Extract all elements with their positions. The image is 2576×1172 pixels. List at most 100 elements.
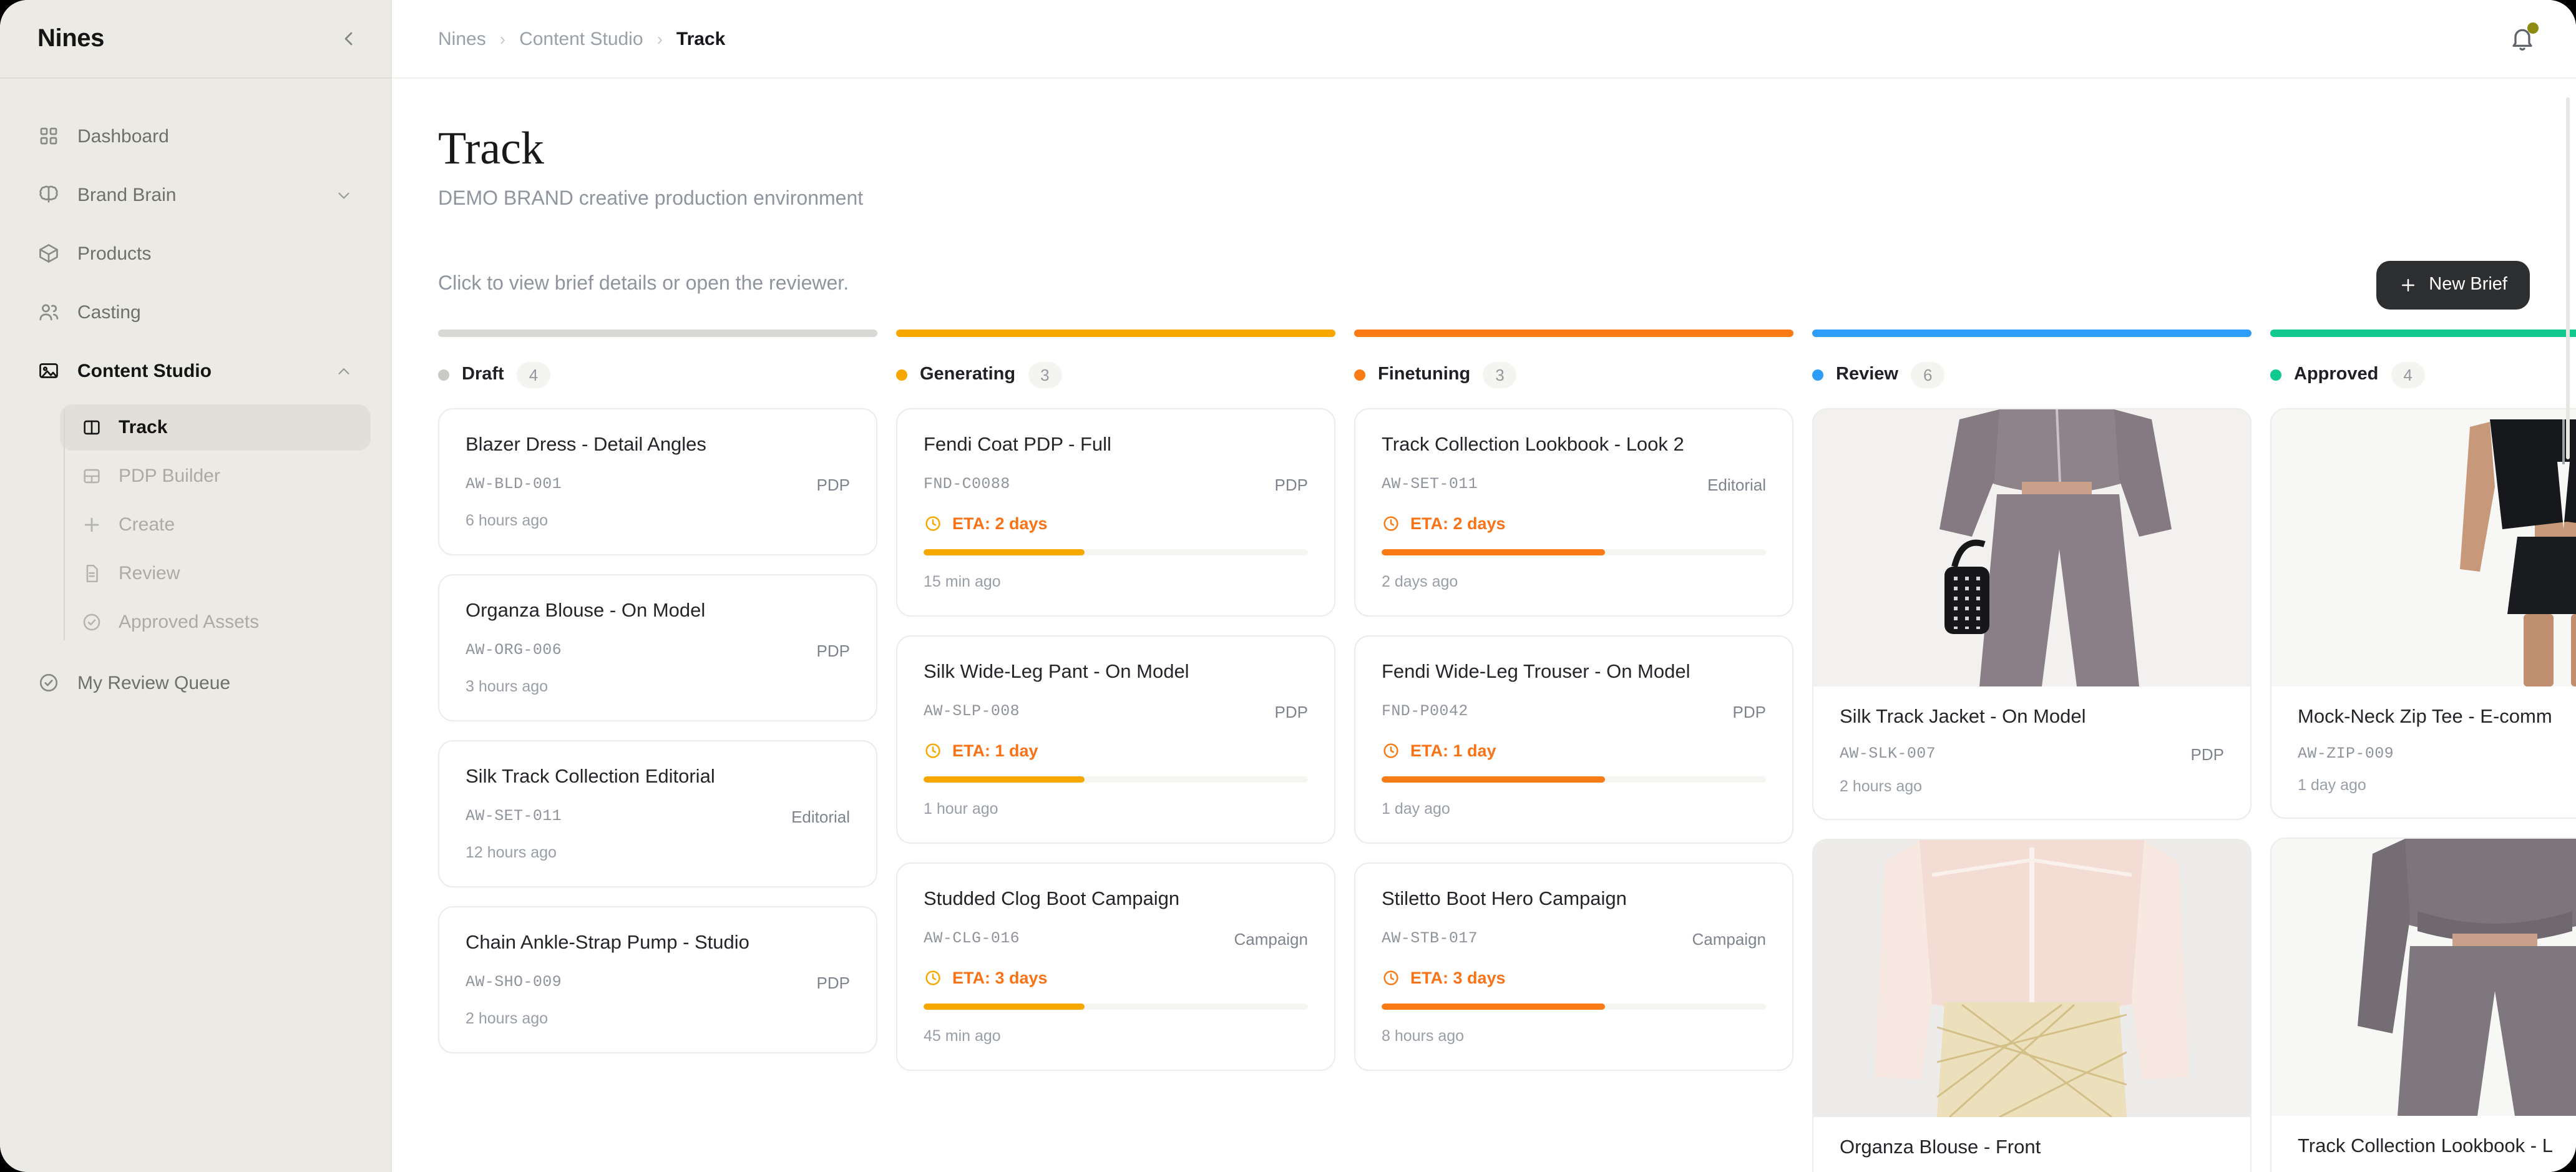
brief-card[interactable]: Silk Track Jacket - On Model AW-SLK-007P… xyxy=(1812,408,2252,820)
brief-code: AW-CLG-016 xyxy=(924,930,1020,948)
brief-meta: FND-P0042PDP xyxy=(1382,703,1766,721)
column-status-dot xyxy=(1812,369,1823,381)
new-brief-label: New Brief xyxy=(2429,275,2507,295)
column-label: Draft xyxy=(462,365,504,385)
page-title: Track xyxy=(438,126,2576,175)
brief-eta: ETA: 2 days xyxy=(1382,514,1766,533)
brief-type-label: PDP xyxy=(817,974,850,992)
brief-code: AW-ZIP-009 xyxy=(2298,745,2394,763)
sidebar-subitem-label: PDP Builder xyxy=(119,466,220,487)
scrollbar[interactable] xyxy=(2566,97,2570,459)
board-hint: Click to view brief details or open the … xyxy=(438,274,849,296)
box-icon xyxy=(37,242,60,265)
brief-card[interactable]: Studded Clog Boot Campaign AW-CLG-016Cam… xyxy=(896,862,1335,1071)
brief-card[interactable]: Stiletto Boot Hero Campaign AW-STB-017Ca… xyxy=(1354,862,1793,1071)
brief-card[interactable]: Fendi Coat PDP - Full FND-C0088PDP ETA: … xyxy=(896,408,1335,617)
brief-updated-time: 1 hour ago xyxy=(924,800,1308,818)
brief-title: Track Collection Lookbook - Look 2 xyxy=(1382,434,1766,457)
brief-title: Blazer Dress - Detail Angles xyxy=(466,434,850,457)
column-accent-bar xyxy=(2270,330,2576,337)
clock-icon xyxy=(1382,969,1400,987)
sidebar-item-brand-brain[interactable]: Brand Brain xyxy=(20,170,371,220)
sidebar-item-casting[interactable]: Casting xyxy=(20,287,371,337)
column-count-badge: 4 xyxy=(2391,362,2424,388)
brief-meta: AW-SLK-007PDP xyxy=(1840,745,2224,764)
brief-card[interactable]: Organza Blouse - Front AW-ORG-006PDP xyxy=(1812,839,2252,1172)
brief-card-body: Mock-Neck Zip Tee - E-comm AW-ZIP-0091 d… xyxy=(2271,686,2576,818)
brief-progress-fill xyxy=(1382,549,1604,555)
brief-meta: FND-C0088PDP xyxy=(924,476,1308,494)
column-status-dot xyxy=(438,369,449,381)
notifications-button[interactable] xyxy=(2509,25,2536,52)
sidebar-subitem-label: Track xyxy=(119,417,167,438)
brief-progress-track xyxy=(924,1004,1308,1010)
brief-updated-time: 1 day ago xyxy=(2298,776,2576,794)
column-label: Finetuning xyxy=(1378,365,1470,385)
brief-updated-time: 2 days ago xyxy=(1382,573,1766,590)
sidebar-item-products[interactable]: Products xyxy=(20,228,371,278)
brief-type-label: PDP xyxy=(817,476,850,494)
column-header: Finetuning 3 xyxy=(1354,362,1793,388)
brief-photo xyxy=(1813,409,2250,686)
sidebar-subitem-track[interactable]: Track xyxy=(60,404,371,451)
brief-meta: AW-SET-011 Editorial xyxy=(1382,476,1766,494)
column-count-badge: 6 xyxy=(1911,362,1944,388)
brief-code: AW-SLP-008 xyxy=(924,703,1020,721)
brief-title: Silk Track Collection Editorial xyxy=(466,766,850,789)
column-accent-bar xyxy=(1812,330,2252,337)
new-brief-button[interactable]: New Brief xyxy=(2376,261,2530,310)
brief-code: FND-P0042 xyxy=(1382,703,1468,721)
column-cards: Track Collection Lookbook - Look 2 AW-SE… xyxy=(1354,408,1793,1071)
brief-code: AW-STB-017 xyxy=(1382,930,1478,948)
columns-icon xyxy=(81,417,102,438)
brief-updated-time: 15 min ago xyxy=(924,573,1308,590)
brief-code: AW-SET-011 xyxy=(1382,476,1478,494)
notification-dot xyxy=(2527,22,2539,34)
column-cards: Mock-Neck Zip Tee - E-comm AW-ZIP-0091 d… xyxy=(2270,408,2576,1172)
brief-card[interactable]: Track Collection Lookbook - Look 2 AW-SE… xyxy=(1354,408,1793,617)
brief-type-label: PDP xyxy=(1275,703,1308,721)
brief-card[interactable]: Organza Blouse - On Model AW-ORG-006PDP3… xyxy=(438,574,877,721)
brief-progress-track xyxy=(924,549,1308,555)
sidebar-subitem-review: Review xyxy=(60,550,371,597)
brief-card[interactable]: Chain Ankle-Strap Pump - Studio AW-SHO-0… xyxy=(438,906,877,1053)
brief-card-body: Silk Track Jacket - On Model AW-SLK-007P… xyxy=(1813,686,2250,819)
brief-card[interactable]: Silk Track Collection Editorial AW-SET-0… xyxy=(438,740,877,887)
brief-type-label: PDP xyxy=(817,642,850,660)
column-count-badge: 3 xyxy=(1483,362,1516,388)
check-circle-icon xyxy=(81,612,102,633)
brief-progress-fill xyxy=(1382,776,1604,783)
column-accent-bar xyxy=(896,330,1335,337)
brief-title: Studded Clog Boot Campaign xyxy=(924,889,1308,911)
brief-meta: AW-CLG-016Campaign xyxy=(924,930,1308,949)
sidebar-item-label: Products xyxy=(77,243,151,264)
brief-card[interactable]: Fendi Wide-Leg Trouser - On Model FND-P0… xyxy=(1354,635,1793,844)
brief-card[interactable]: Silk Wide-Leg Pant - On Model AW-SLP-008… xyxy=(896,635,1335,844)
sidebar-item-content-studio[interactable]: Content Studio xyxy=(20,346,371,396)
column-header: Generating 3 xyxy=(896,362,1335,388)
brief-title: Silk Track Jacket - On Model xyxy=(1840,706,2224,729)
breadcrumb-item-content-studio[interactable]: Content Studio xyxy=(519,28,643,49)
brief-meta: AW-STB-017Campaign xyxy=(1382,930,1766,949)
brief-card[interactable]: Track Collection Lookbook - L AW-SET-010 xyxy=(2270,837,2576,1172)
sidebar-item-my-review-queue[interactable]: My Review Queue xyxy=(20,658,371,708)
sidebar-subitem-create: Create xyxy=(60,502,371,548)
brief-eta-label: ETA: 3 days xyxy=(952,969,1048,987)
column-cards: Fendi Coat PDP - Full FND-C0088PDP ETA: … xyxy=(896,408,1335,1071)
sidebar-collapse-icon[interactable] xyxy=(338,27,361,50)
brief-type-label: PDP xyxy=(1275,476,1308,494)
app-window: Nines Dashboard Brand Brain Products Castin… xyxy=(0,0,2576,1172)
brief-card[interactable]: Blazer Dress - Detail Angles AW-BLD-001P… xyxy=(438,408,877,555)
brief-type-label: Editorial xyxy=(1707,476,1766,494)
file-icon xyxy=(81,563,102,584)
column-approved: Approved 4 Mock-Neck Zip Tee - E-comm AW… xyxy=(2270,330,2576,1172)
brief-eta-label: ETA: 3 days xyxy=(1410,969,1506,987)
brief-card[interactable]: Mock-Neck Zip Tee - E-comm AW-ZIP-0091 d… xyxy=(2270,408,2576,819)
sidebar-item-label: Dashboard xyxy=(77,125,169,147)
breadcrumb-item-nines[interactable]: Nines xyxy=(438,28,486,49)
sidebar-subitem-pdp-builder: PDP Builder xyxy=(60,453,371,499)
brief-updated-time: 2 hours ago xyxy=(1840,778,2224,795)
toolbar: Click to view brief details or open the … xyxy=(438,261,2576,310)
brief-title: Organza Blouse - On Model xyxy=(466,600,850,623)
sidebar-item-dashboard[interactable]: Dashboard xyxy=(20,111,371,161)
